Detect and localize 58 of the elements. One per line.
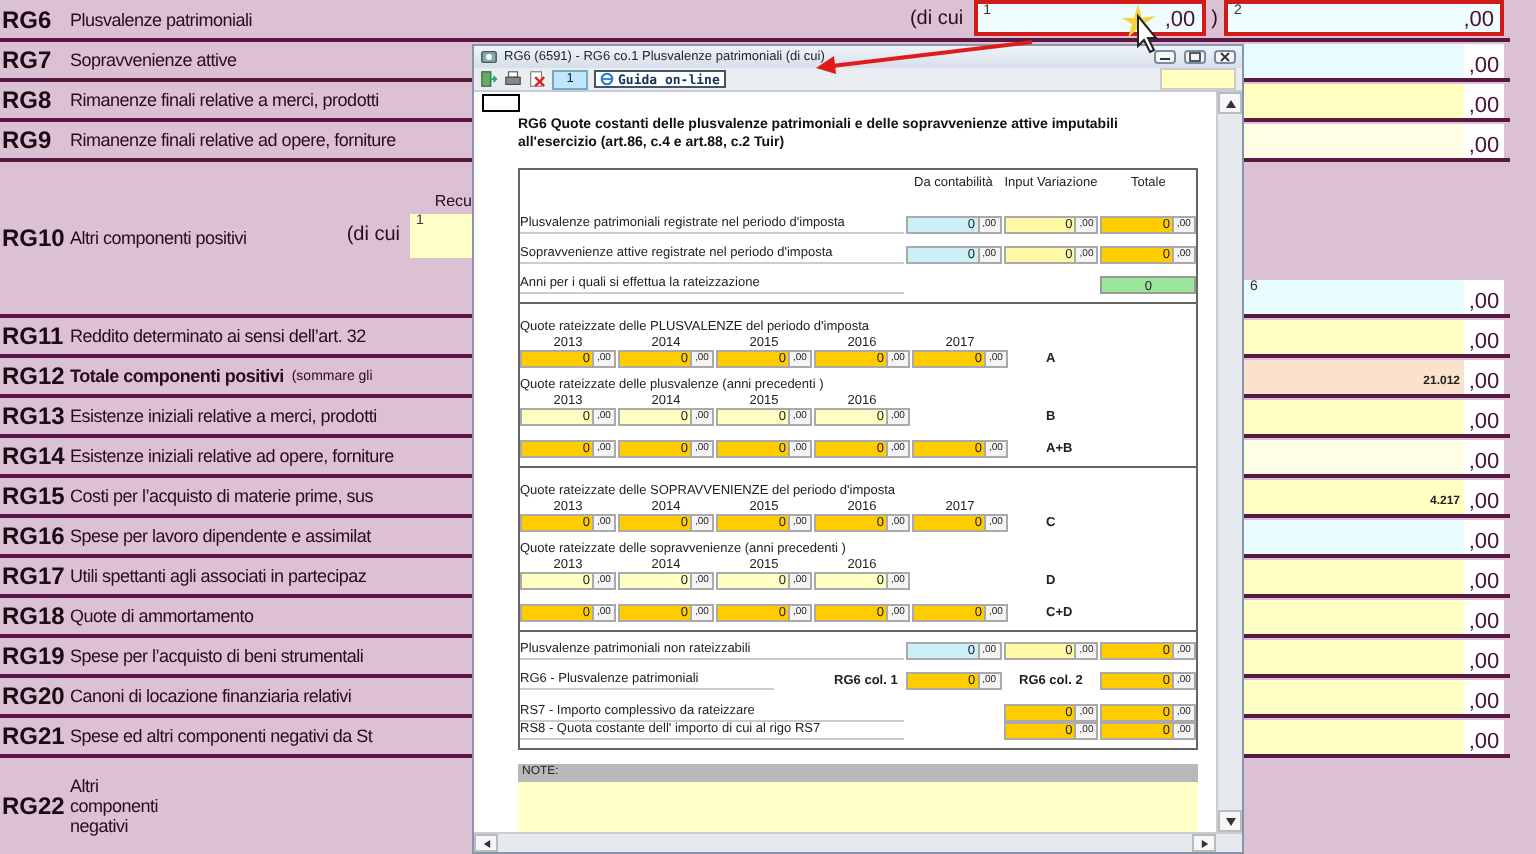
row-code: RG19 [0,642,67,670]
maximize-icon [1188,52,1202,62]
delete-icon[interactable] [528,70,546,88]
row-code: RG16 [0,522,67,550]
scrollbar[interactable] [474,832,1242,852]
exit-icon[interactable] [480,70,498,88]
row-code: RG21 [0,722,67,750]
row-label: Sopravvenienze attive [70,50,237,70]
row-label: Reddito determinato ai sensi dell’art. 32 [70,326,366,346]
closing-parenthesis: ) [1211,8,1218,30]
row-code: RG11 [0,322,66,350]
field-note: (di cui [909,8,964,30]
search-field[interactable] [1160,68,1236,90]
maximize-button[interactable] [1184,50,1206,64]
row-label: Spese ed altri componenti negativi da St [70,726,373,746]
close-icon [1218,52,1232,62]
row-label: Plusvalenze patrimoniali [70,9,253,29]
row-code: RG18 [0,602,67,630]
row-code: RG10 [0,224,67,252]
scrollbar[interactable] [1216,92,1242,832]
row-label: Canoni di locazione finanziaria relativi [70,686,352,706]
close-button[interactable] [1214,50,1236,64]
down-arrow-icon[interactable] [1225,817,1235,825]
row-label: Totale componenti positivi [70,366,284,386]
minimize-button[interactable] [1154,50,1176,64]
row-code: RG15 [0,482,67,510]
row-code: RG17 [0,562,67,590]
row-label: Esistenze iniziali relative ad opere, forniture [70,446,394,466]
row-label: Rimanenze finali relative a merci, prodotti [70,90,379,110]
left-arrow-icon[interactable] [481,839,491,847]
print-icon[interactable] [504,70,522,88]
row-label: Altri componenti negativi [70,776,161,836]
row-label: Rimanenze finali relative ad opere, forniture [70,130,396,150]
row-code: RG22 [0,792,67,820]
row-label: Costi per l’acquisto di materie prime, sus [70,486,374,506]
row-label: Esistenze iniziali relative a merci, prodotti [70,406,377,426]
right-arrow-icon[interactable] [1199,839,1209,847]
row-label: Altri componenti positivi [70,228,247,248]
field-note: (di cui [346,224,400,246]
row-code: RG20 [0,682,67,710]
globe-icon [600,72,614,86]
row-label: Spese per l’acquisto di beni strumentali [70,646,364,666]
row-code: RG14 [0,442,67,470]
row-code: RG6 [0,5,54,33]
row-code: RG12 [0,362,67,390]
app-icon [480,48,498,66]
row-code: RG8 [0,86,54,114]
row-code: RG9 [0,126,54,154]
minimize-icon [1158,52,1172,62]
row-code: RG7 [0,46,54,74]
row-label: Quote di ammortamento [70,606,254,626]
up-arrow-icon[interactable] [1225,99,1235,107]
row-label: Spese per lavoro dipendente e assimilat [70,526,371,546]
input-field[interactable] [482,94,520,112]
column-caption: Recu [434,191,472,209]
cursor-icon [1122,4,1159,54]
row-code: RG13 [0,402,67,430]
row-label: Utili spettanti agli associati in partecipaz [70,566,367,586]
